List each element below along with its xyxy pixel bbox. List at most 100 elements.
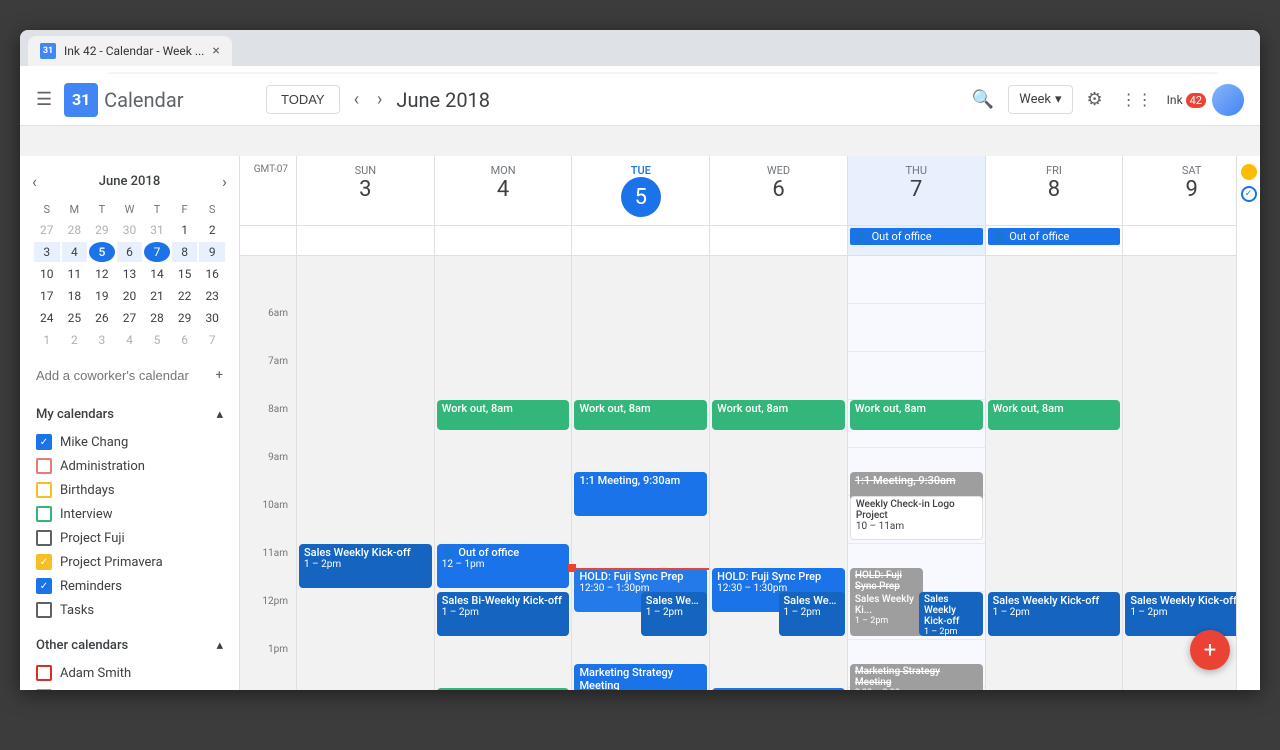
mini-cal-day[interactable]: 3 — [89, 330, 115, 350]
menu-button[interactable]: ☰ — [36, 104, 52, 110]
mini-cal-day[interactable]: 27 — [34, 220, 60, 240]
mini-cal-day[interactable]: 26 — [89, 308, 115, 328]
mini-cal-next[interactable]: › — [222, 172, 227, 191]
event-fri-workout[interactable]: Work out, 8am — [988, 400, 1121, 430]
event-wed-sales-kickoff[interactable]: Sales Weekly Ki... 1 – 2pm — [779, 592, 845, 636]
allday-cell-sun — [296, 226, 434, 255]
today-button[interactable]: TODAY — [266, 104, 340, 114]
active-tab[interactable]: 31 Ink 42 - Calendar - Week ... × — [28, 36, 232, 66]
mini-cal-day[interactable]: 15 — [172, 264, 198, 284]
mini-cal-day[interactable]: 6 — [117, 242, 143, 262]
mini-cal-day[interactable]: 6 — [172, 330, 198, 350]
event-wed-workout[interactable]: Work out, 8am — [712, 400, 845, 430]
event-thu-workout[interactable]: Work out, 8am — [850, 400, 983, 430]
person-icon: 👤 — [993, 230, 1007, 243]
mini-cal-day[interactable]: 20 — [117, 286, 143, 306]
mini-cal-day[interactable]: 29 — [89, 220, 115, 240]
mini-cal-day[interactable]: 21 — [144, 286, 170, 306]
settings-button[interactable]: ⚙ — [1083, 104, 1107, 114]
day-num-tue: 5 — [621, 177, 661, 217]
mini-cal-prev[interactable]: ‹ — [32, 172, 37, 191]
time-grid: 6am 7am 8am 9am 10am 11am 12pm 1pm 2pm 3… — [240, 256, 1260, 690]
event-mon-workout[interactable]: Work out, 8am — [437, 400, 570, 430]
my-calendars-header[interactable]: My calendars ▴ — [20, 399, 239, 430]
mini-calendar: ‹ June 2018 › S M T W T F — [20, 164, 239, 360]
event-fri-sales-kickoff[interactable]: Sales Weekly Kick-off 1 – 2pm — [988, 592, 1121, 636]
mini-cal-day[interactable]: 7 — [144, 242, 170, 262]
event-thu-sales-kickoff-cancelled[interactable]: Sales Weekly Ki... 1 – 2pm — [850, 592, 923, 636]
cal-item-administration[interactable]: Administration — [20, 454, 239, 478]
mini-cal-day[interactable]: 2 — [199, 220, 225, 240]
event-tue-1on1[interactable]: 1:1 Meeting, 9:30am — [574, 472, 707, 516]
mini-cal-day[interactable]: 12 — [89, 264, 115, 284]
cal-item-project-primavera[interactable]: ✓ Project Primavera — [20, 550, 239, 574]
mini-cal-day[interactable]: 27 — [117, 308, 143, 328]
mini-cal-day[interactable]: 30 — [117, 220, 143, 240]
cal-item-birthdays[interactable]: Birthdays — [20, 478, 239, 502]
mini-cal-day[interactable]: 13 — [117, 264, 143, 284]
mini-cal-day[interactable]: 7 — [199, 330, 225, 350]
mini-cal-day[interactable]: 31 — [144, 220, 170, 240]
mini-cal-day[interactable]: 28 — [62, 220, 88, 240]
mini-cal-day[interactable]: 4 — [117, 330, 143, 350]
event-thu-sales-kickoff-new[interactable]: Sales Weekly Kick-off 1 – 2pm — [919, 592, 983, 636]
mini-cal-day[interactable]: 18 — [62, 286, 88, 306]
create-event-fab[interactable]: + — [1190, 630, 1230, 670]
add-coworker-icon[interactable]: + — [216, 368, 223, 383]
cal-item-project-fuji[interactable]: Project Fuji — [20, 526, 239, 550]
mini-cal-day[interactable]: 22 — [172, 286, 198, 306]
allday-event-fri-out-of-office[interactable]: 👤 Out of office — [988, 228, 1121, 245]
prev-period-button[interactable]: ‹ — [350, 104, 363, 114]
mini-cal-day[interactable]: 2 — [62, 330, 88, 350]
mini-cal-day[interactable]: 29 — [172, 308, 198, 328]
cal-item-tasks[interactable]: Tasks — [20, 598, 239, 622]
mini-cal-day[interactable]: 11 — [62, 264, 88, 284]
event-wed-project-everest[interactable]: Project Everest Review 3 – 4pm — [712, 688, 845, 690]
mini-cal-day[interactable]: 4 — [62, 242, 88, 262]
event-mon-bi-weekly-kickoff[interactable]: Sales Bi-Weekly Kick-off 1 – 2pm — [437, 592, 570, 636]
cal-item-reminders[interactable]: ✓ Reminders — [20, 574, 239, 598]
user-avatar[interactable] — [1212, 104, 1244, 116]
mini-cal-day[interactable]: 17 — [34, 286, 60, 306]
other-calendars-header[interactable]: Other calendars ▴ — [20, 630, 239, 661]
event-tue-marketing[interactable]: Marketing Strategy Meeting 2:30 – 3:30pm — [574, 664, 707, 690]
event-thu-marketing-cancelled[interactable]: Marketing Strategy Meeting 2:30 – 3:30pm — [850, 664, 983, 690]
mini-cal-day[interactable]: 16 — [199, 264, 225, 284]
event-sun-sales-kickoff[interactable]: Sales Weekly Kick-off 1 – 2pm — [299, 544, 432, 588]
mini-cal-day[interactable]: 25 — [62, 308, 88, 328]
cal-item-brigitta-werner[interactable]: Brigitta Werner — [20, 685, 239, 690]
day-col-thu: Work out, 8am 1:1 Meeting, 9:30am Weekly… — [847, 256, 985, 690]
mini-cal-day[interactable]: 8 — [172, 242, 198, 262]
mini-cal-day[interactable]: 1 — [172, 220, 198, 240]
mini-cal-day[interactable]: 28 — [144, 308, 170, 328]
day-header-t: T — [89, 201, 115, 218]
cal-item-adam-smith[interactable]: Adam Smith — [20, 661, 239, 685]
mini-cal-day[interactable]: 10 — [34, 264, 60, 284]
mini-cal-day[interactable]: 5 — [144, 330, 170, 350]
event-tue-workout[interactable]: Work out, 8am — [574, 400, 707, 430]
mini-cal-today[interactable]: 5 — [89, 242, 115, 262]
next-period-button[interactable]: › — [373, 104, 386, 114]
mini-cal-day[interactable]: 24 — [34, 308, 60, 328]
cal-label-tasks: Tasks — [60, 603, 94, 618]
mini-cal-day[interactable]: 14 — [144, 264, 170, 284]
cal-item-interview[interactable]: Interview — [20, 502, 239, 526]
event-thu-logo-checkin[interactable]: Weekly Check-in Logo Project 10 – 11am — [850, 496, 983, 540]
event-mon-out-of-office[interactable]: 👤 Out of office 12 – 1pm — [437, 544, 570, 588]
cal-item-mike-chang[interactable]: ✓ Mike Chang — [20, 430, 239, 454]
event-mon-budget[interactable]: Budget Planning 3 – 4pm — [437, 688, 570, 690]
mini-cal-day[interactable]: 9 — [199, 242, 225, 262]
mini-cal-day[interactable]: 1 — [34, 330, 60, 350]
add-coworker-section[interactable]: + — [20, 360, 239, 391]
allday-event-thu-out-of-office[interactable]: 👤 Out of office — [850, 228, 983, 245]
tab-close-button[interactable]: × — [212, 43, 219, 59]
view-selector[interactable]: Week ▾ — [1008, 104, 1072, 114]
mini-cal-day[interactable]: 23 — [199, 286, 225, 306]
search-button[interactable]: 🔍 — [968, 104, 998, 114]
apps-button[interactable]: ⋮⋮ — [1117, 104, 1157, 113]
add-coworker-input[interactable] — [36, 368, 208, 383]
mini-cal-day[interactable]: 30 — [199, 308, 225, 328]
mini-cal-day[interactable]: 3 — [34, 242, 60, 262]
event-tue-sales-kickoff[interactable]: Sales Weekly Ki... 1 – 2pm — [641, 592, 707, 636]
mini-cal-day[interactable]: 19 — [89, 286, 115, 306]
